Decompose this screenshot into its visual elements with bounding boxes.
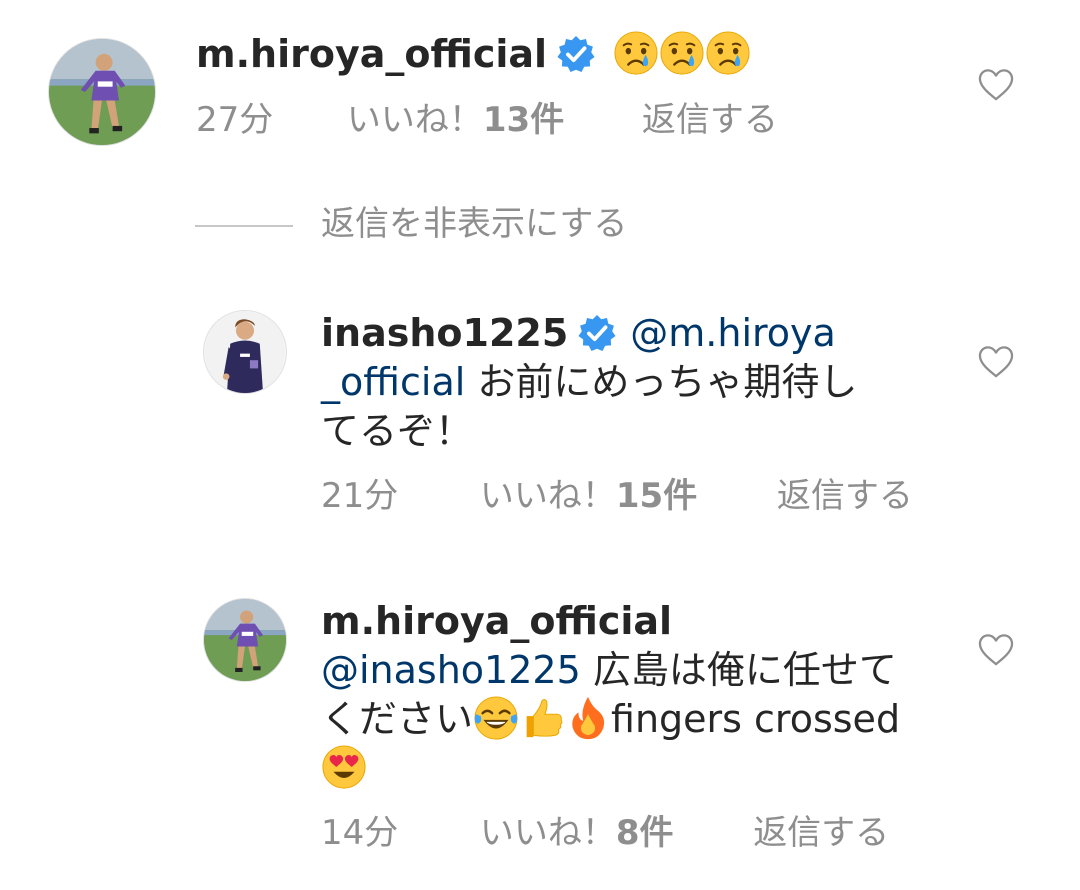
reply-meta: 14分 いいね！8件 返信する — [321, 813, 889, 853]
likes-count[interactable]: いいね！15件 — [480, 476, 697, 516]
reply-text: fingers crossed — [611, 697, 901, 741]
avatar[interactable] — [203, 310, 287, 394]
reply-text: てるぞ！ — [321, 409, 474, 453]
hide-replies-button[interactable]: 返信を非表示にする — [195, 204, 627, 244]
reply-text: お前にめっちゃ期待し — [465, 360, 858, 404]
verified-badge-icon — [578, 314, 616, 352]
verified-badge-icon — [557, 35, 595, 73]
reply-body: m.hiroya_official @inasho1225 広島は俺に任せてくださ… — [321, 597, 1001, 793]
reply-text: ください — [321, 697, 474, 741]
heart-eyes-icon — [321, 744, 367, 790]
reply-button[interactable]: 返信する — [753, 813, 889, 853]
mention-link[interactable]: @m.hiroya — [630, 311, 836, 355]
reply-username[interactable]: inasho1225 — [321, 311, 568, 355]
reply-username[interactable]: m.hiroya_official — [321, 599, 672, 643]
tears-of-joy-icon — [473, 695, 519, 741]
mention-link-cont[interactable]: _official — [321, 360, 465, 404]
crying-face-icon — [705, 30, 751, 76]
comment-body: m.hiroya_official — [196, 30, 956, 79]
like-heart-icon[interactable] — [977, 345, 1015, 379]
reply-button[interactable]: 返信する — [777, 476, 913, 516]
like-heart-icon[interactable] — [977, 68, 1015, 102]
reply-meta: 21分 いいね！15件 返信する — [321, 476, 913, 516]
divider-line — [195, 224, 293, 227]
fire-icon — [565, 695, 611, 741]
avatar[interactable] — [48, 38, 156, 146]
reply-body: inasho1225 @m.hiroya _official お前にめっちゃ期待して… — [321, 309, 921, 456]
like-heart-icon[interactable] — [977, 633, 1015, 667]
mention-link[interactable]: @inasho1225 — [321, 648, 581, 692]
avatar[interactable] — [203, 598, 287, 682]
comment-meta: 27分 いいね！13件 返信する — [196, 100, 778, 140]
hide-replies-label: 返信を非表示にする — [321, 204, 628, 244]
likes-count[interactable]: いいね！8件 — [480, 813, 674, 853]
crying-face-icon — [659, 30, 705, 76]
reply-time: 21分 — [321, 476, 399, 516]
crying-face-icon — [613, 30, 659, 76]
comment-username[interactable]: m.hiroya_official — [196, 32, 547, 76]
reply-time: 14分 — [321, 813, 399, 853]
reply-button[interactable]: 返信する — [642, 100, 778, 140]
comment-time: 27分 — [196, 100, 274, 140]
reply-text: 広島は俺に任せて — [580, 648, 897, 692]
thumbs-up-icon — [519, 695, 565, 741]
likes-count[interactable]: いいね！13件 — [347, 100, 564, 140]
